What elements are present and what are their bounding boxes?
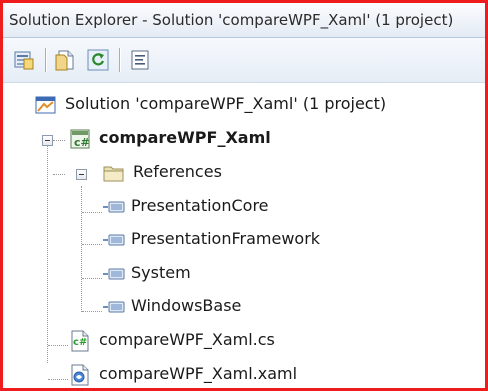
show-all-files-button[interactable] bbox=[55, 49, 77, 71]
reference-icon bbox=[103, 201, 125, 213]
view-code-icon bbox=[131, 50, 149, 70]
references-label: References bbox=[133, 162, 222, 181]
tree-item-reference[interactable]: PresentationCore bbox=[3, 190, 485, 224]
project-label: compareWPF_Xaml bbox=[99, 128, 271, 147]
reference-icon bbox=[103, 234, 125, 246]
reference-icon bbox=[103, 268, 125, 280]
show-all-files-icon bbox=[55, 50, 74, 71]
solution-explorer-window: Solution Explorer - Solution 'compareWPF… bbox=[0, 0, 488, 391]
solution-icon bbox=[35, 96, 56, 114]
collapse-toggle[interactable] bbox=[76, 169, 87, 180]
window-title: Solution Explorer - Solution 'compareWPF… bbox=[9, 11, 454, 29]
collapse-toggle[interactable] bbox=[42, 135, 53, 146]
refresh-icon bbox=[87, 49, 109, 71]
toolbar-separator bbox=[45, 48, 47, 72]
tree-item-file[interactable]: c# compareWPF_Xaml.cs bbox=[3, 324, 485, 358]
tree-item-file[interactable]: compareWPF_Xaml.xaml bbox=[3, 358, 485, 388]
solution-label: Solution 'compareWPF_Xaml' (1 project) bbox=[65, 94, 387, 113]
reference-label: System bbox=[131, 263, 191, 282]
tree-item-references[interactable]: References bbox=[3, 156, 485, 190]
title-bar[interactable]: Solution Explorer - Solution 'compareWPF… bbox=[3, 3, 485, 38]
folder-icon bbox=[103, 166, 124, 182]
toolbar bbox=[3, 38, 485, 83]
svg-text:c#: c# bbox=[73, 337, 87, 348]
refresh-button[interactable] bbox=[87, 49, 109, 71]
properties-icon bbox=[14, 51, 34, 70]
solution-tree: Solution 'compareWPF_Xaml' (1 project) c… bbox=[3, 83, 485, 388]
tree-item-solution[interactable]: Solution 'compareWPF_Xaml' (1 project) bbox=[3, 88, 485, 122]
svg-text:c#: c# bbox=[74, 136, 90, 149]
toolbar-separator bbox=[119, 48, 121, 72]
csharp-file-icon: c# bbox=[71, 330, 89, 352]
tree-item-reference[interactable]: PresentationFramework bbox=[3, 223, 485, 257]
reference-label: PresentationFramework bbox=[131, 229, 321, 248]
tree-item-reference[interactable]: System bbox=[3, 257, 485, 291]
reference-icon bbox=[103, 301, 125, 313]
csharp-project-icon: c# bbox=[70, 129, 90, 149]
file-label: compareWPF_Xaml.xaml bbox=[99, 364, 298, 383]
xaml-file-icon bbox=[71, 364, 89, 386]
view-code-button[interactable] bbox=[129, 49, 151, 71]
tree-item-project[interactable]: c# compareWPF_Xaml bbox=[3, 122, 485, 156]
reference-label: PresentationCore bbox=[131, 196, 269, 215]
tree-item-reference[interactable]: WindowsBase bbox=[3, 290, 485, 324]
reference-label: WindowsBase bbox=[131, 296, 242, 315]
properties-button[interactable] bbox=[13, 49, 35, 71]
file-label: compareWPF_Xaml.cs bbox=[99, 330, 275, 349]
